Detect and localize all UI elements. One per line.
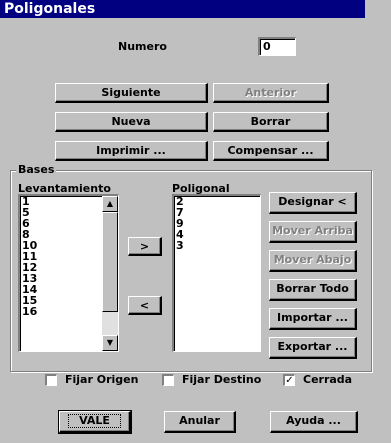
borrar-todo-button[interactable]: Borrar Todo — [269, 279, 357, 301]
fijar-destino-checkbox[interactable]: Fijar Destino — [162, 373, 261, 386]
borrar-button[interactable]: Borrar — [213, 112, 329, 132]
vale-button[interactable]: VALE — [58, 410, 132, 434]
numero-label: Numero — [118, 40, 167, 53]
move-left-button[interactable]: < — [128, 296, 162, 315]
levantamiento-scrollbar[interactable]: ▲ ▼ — [102, 196, 118, 351]
poligonal-list-item[interactable]: 3 — [174, 240, 260, 251]
poligonales-dialog: Poligonales Numero 0 Siguiente Anterior … — [0, 0, 391, 443]
numero-input[interactable]: 0 — [258, 37, 296, 56]
poligonal-list[interactable]: 27943 — [172, 194, 261, 352]
cerrada-checkbox[interactable]: ✓ Cerrada — [283, 373, 352, 386]
move-right-button[interactable]: > — [128, 237, 162, 256]
fijar-origen-label: Fijar Origen — [65, 373, 139, 386]
importar-button[interactable]: Importar ... — [269, 308, 357, 330]
fijar-destino-box[interactable] — [162, 373, 174, 386]
siguiente-button[interactable]: Siguiente — [55, 83, 208, 103]
nueva-button[interactable]: Nueva — [55, 112, 208, 132]
check-mark-icon[interactable]: ✓ — [283, 373, 295, 386]
fijar-origen-checkbox[interactable]: Fijar Origen — [45, 373, 138, 386]
scroll-up-icon[interactable]: ▲ — [102, 196, 118, 212]
fijar-origen-box[interactable] — [45, 373, 57, 386]
exportar-button[interactable]: Exportar ... — [269, 337, 357, 359]
poligonal-list-item[interactable]: 9 — [174, 218, 260, 229]
poligonal-list-item[interactable]: 7 — [174, 207, 260, 218]
cerrada-label: Cerrada — [303, 373, 353, 386]
mover-abajo-button[interactable]: Mover Abajo — [269, 250, 357, 272]
vale-label: VALE — [68, 414, 121, 428]
bases-group-title: Bases — [16, 163, 57, 176]
ayuda-button[interactable]: Ayuda ... — [270, 411, 358, 433]
poligonal-items: 27943 — [174, 196, 260, 251]
poligonal-list-item[interactable]: 2 — [174, 196, 260, 207]
poligonal-list-item[interactable]: 4 — [174, 229, 260, 240]
imprimir-button[interactable]: Imprimir ... — [55, 141, 208, 161]
compensar-button[interactable]: Compensar ... — [213, 141, 329, 161]
scroll-down-icon[interactable]: ▼ — [102, 335, 118, 351]
levantamiento-list[interactable]: 1 5 6 8 10 11 12 13 14 15 16 ▲ ▼ — [18, 194, 119, 352]
designar-button[interactable]: Designar < — [269, 192, 357, 214]
anterior-button[interactable]: Anterior — [213, 83, 329, 103]
scroll-thumb[interactable] — [102, 212, 118, 312]
mover-arriba-button[interactable]: Mover Arriba — [269, 221, 357, 243]
anular-button[interactable]: Anular — [164, 411, 236, 433]
fijar-destino-label: Fijar Destino — [182, 373, 262, 386]
window-title: Poligonales — [0, 0, 365, 18]
